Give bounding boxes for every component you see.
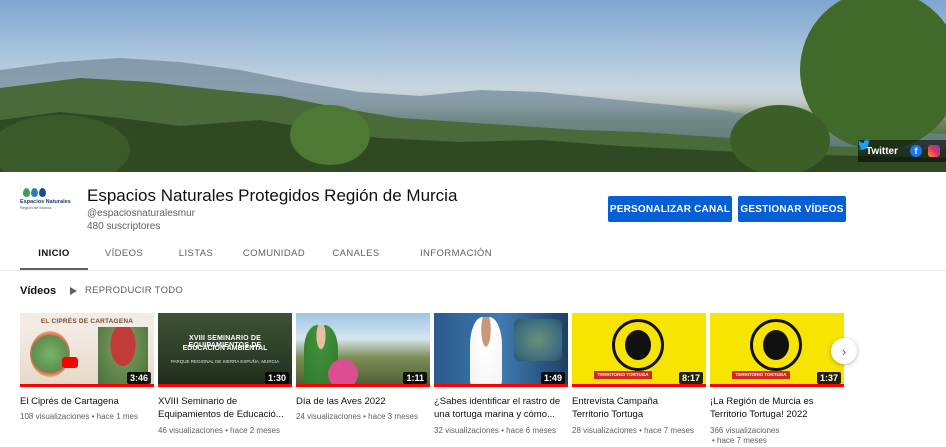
video-meta-line: 32 visualizaciones • hace 6 meses (434, 426, 556, 435)
logo-drop-navy (39, 188, 46, 197)
channel-title: Espacios Naturales Protegidos Región de … (87, 186, 458, 205)
video-title-line: ¿Sabes identificar el rastro de (434, 396, 561, 407)
thumbnail-object (328, 359, 358, 387)
logo-drop-blue (31, 188, 38, 197)
thumbnail-person (470, 317, 502, 387)
turtle-emblem-icon (612, 319, 664, 371)
watch-progress-bar (572, 384, 706, 387)
channel-avatar[interactable]: Espacios Naturales Región de Murcia (20, 188, 78, 220)
watch-progress-bar (296, 384, 430, 387)
video-title-line: una tortuga marina y cómo... (434, 409, 555, 420)
video-title-line: Día de las Aves 2022 (296, 396, 386, 407)
video-meta-line: 108 visualizaciones • hace 1 mes (20, 412, 138, 421)
thumbnail-text: PARQUE REGIONAL DE SIERRA ESPUÑA, MURCIA (170, 359, 280, 364)
video-title-line: Equipamientos de Educació... (158, 409, 284, 420)
video-duration: 3:46 (126, 372, 151, 384)
video-thumbnail-6[interactable]: TERRITORIO TORTUGA 1:37 (710, 313, 844, 387)
tabs-divider (0, 270, 946, 271)
video-title-1[interactable]: El Ciprés de Cartagena (20, 395, 154, 408)
video-title-line: ¡La Región de Murcia es (710, 396, 814, 407)
facebook-icon[interactable]: f (910, 145, 922, 157)
thumbnail-turtle-image (514, 319, 562, 361)
thumbnail-text: TERRITORIO TORTUGA (732, 371, 790, 379)
tab-inicio[interactable]: INICIO (20, 238, 88, 270)
watch-progress-bar (434, 384, 568, 387)
video-meta-line: 28 visualizaciones • hace 7 meses (572, 426, 694, 435)
turtle-shell (763, 330, 789, 360)
video-title-3[interactable]: Día de las Aves 2022 (296, 395, 430, 408)
logo-subtext: Región de Murcia (20, 204, 52, 210)
tab-canales[interactable]: CANALES (316, 238, 396, 270)
video-meta-3: 24 visualizaciones • hace 3 meses (296, 412, 430, 422)
video-duration: 8:17 (678, 372, 703, 384)
channel-banner: Twitter f (0, 0, 946, 172)
tab-informacion[interactable]: INFORMACIÓN (396, 238, 516, 270)
thumbnail-text: EL CIPRÉS DE CARTAGENA (40, 318, 134, 325)
video-title-line: XVIII Seminario de (158, 396, 238, 407)
play-all-button[interactable]: REPRODUCIR TODO (70, 285, 183, 296)
video-meta-4: 32 visualizaciones • hace 6 meses (434, 426, 568, 436)
video-thumbnail-1[interactable]: EL CIPRÉS DE CARTAGENA 3:46 (20, 313, 154, 387)
manage-videos-button[interactable]: GESTIONAR VÍDEOS (738, 196, 846, 222)
tab-videos[interactable]: VÍDEOS (88, 238, 160, 270)
video-thumbnail-3[interactable]: 1:11 (296, 313, 430, 387)
video-meta-5: 28 visualizaciones • hace 7 meses (572, 426, 706, 436)
video-duration: 1:30 (264, 372, 289, 384)
tab-listas[interactable]: LISTAS (160, 238, 232, 270)
video-thumbnail-4[interactable]: 1:49 (434, 313, 568, 387)
watch-progress-bar (710, 384, 844, 387)
video-duration: 1:49 (540, 372, 565, 384)
video-title-line: Territorio Tortuga (572, 409, 644, 420)
section-title: Vídeos (20, 285, 57, 297)
video-title-5[interactable]: Entrevista Campaña Territorio Tortuga (572, 395, 706, 421)
play-all-label: REPRODUCIR TODO (85, 285, 184, 296)
video-thumbnail-2[interactable]: XVIII SEMINARIO DE EQUIPAMIENTOS DE EDUC… (158, 313, 292, 387)
tab-comunidad[interactable]: COMUNIDAD (232, 238, 316, 270)
thumbnail-text: TERRITORIO TORTUGA (594, 371, 652, 379)
video-meta-line: 366 visualizaciones (710, 426, 780, 435)
carousel-next-button[interactable]: › (831, 338, 857, 364)
instagram-icon[interactable] (928, 145, 940, 157)
video-title-line: Territorio Tortuga! 2022 (710, 409, 808, 420)
logo-drops (20, 188, 78, 197)
video-meta-2: 46 visualizaciones • hace 2 meses (158, 426, 292, 436)
banner-social-links: Twitter f (857, 140, 946, 162)
turtle-shell (625, 330, 651, 360)
thumbnail-illustration (30, 331, 70, 377)
channel-tabs: INICIO VÍDEOS LISTAS COMUNIDAD CANALES I… (20, 238, 516, 270)
play-icon (70, 286, 77, 295)
watch-progress-bar (20, 384, 154, 387)
video-meta-1: 108 visualizaciones • hace 1 mes (20, 412, 154, 422)
video-title-2[interactable]: XVIII Seminario de Equipamientos de Educ… (158, 395, 292, 421)
customize-channel-button[interactable]: PERSONALIZAR CANAL (608, 196, 732, 222)
subscriber-count: 480 suscriptores (87, 221, 161, 232)
video-meta-6: 366 visualizaciones • hace 7 meses (710, 426, 844, 446)
banner-landscape (0, 0, 946, 172)
video-duration: 1:37 (816, 372, 841, 384)
video-title-line: El Ciprés de Cartagena (20, 396, 119, 407)
video-title-6[interactable]: ¡La Región de Murcia es Territorio Tortu… (710, 395, 844, 421)
video-meta-line: 24 visualizaciones • hace 3 meses (296, 412, 418, 421)
video-title-line: Entrevista Campaña (572, 396, 659, 407)
twitter-icon[interactable] (857, 140, 870, 150)
watch-progress-bar (158, 384, 292, 387)
twitter-link[interactable]: Twitter (866, 146, 898, 157)
chevron-right-icon: › (841, 343, 847, 359)
thumbnail-text: EDUCACIÓN AMBIENTAL (182, 345, 268, 352)
channel-handle: @espaciosnaturalesmur (87, 208, 195, 219)
turtle-emblem-icon (750, 319, 802, 371)
logo-drop-green (23, 188, 30, 197)
video-title-4[interactable]: ¿Sabes identificar el rastro de una tort… (434, 395, 568, 421)
video-meta-line: • hace 7 meses (712, 436, 767, 445)
video-meta-line: 46 visualizaciones • hace 2 meses (158, 426, 280, 435)
video-thumbnail-5[interactable]: TERRITORIO TORTUGA 8:17 (572, 313, 706, 387)
video-duration: 1:11 (403, 372, 427, 384)
youtube-play-icon (62, 357, 78, 368)
